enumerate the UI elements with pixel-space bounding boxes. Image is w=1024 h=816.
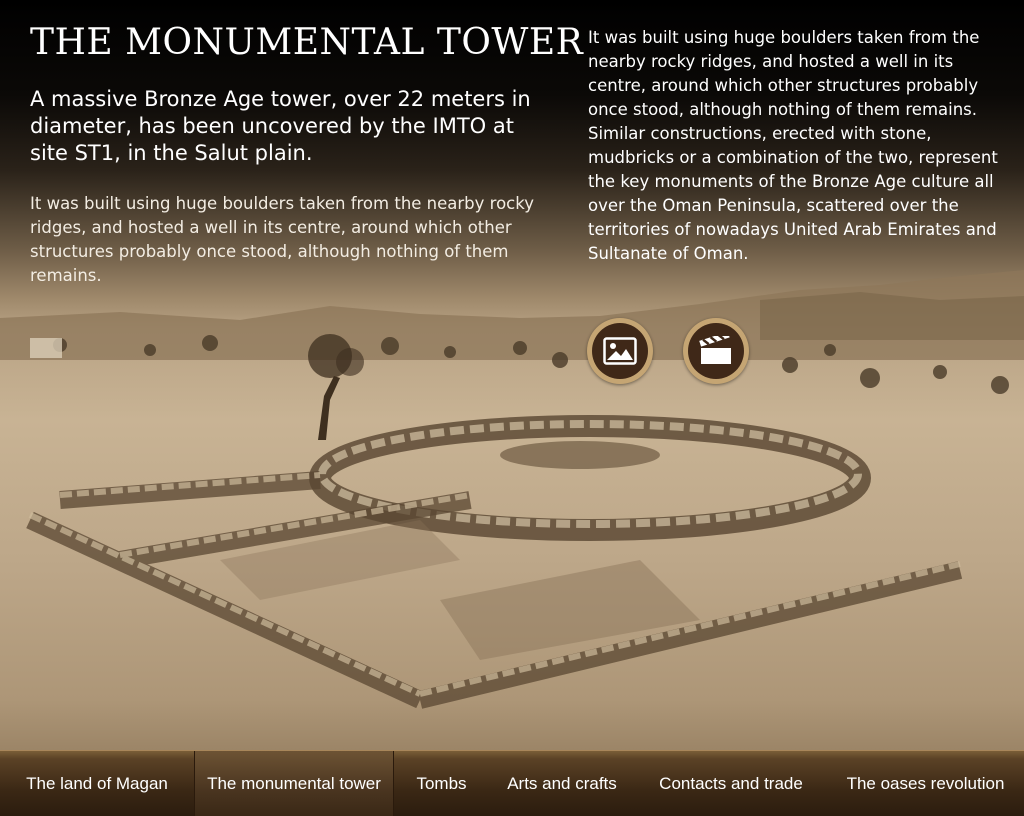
nav-item-label: The monumental tower [207,773,381,793]
section-navigation: The land of Magan The monumental tower T… [0,750,1024,816]
nav-item-label: Arts and crafts [507,773,617,793]
nav-item-label: The oases revolution [846,773,1005,793]
video-clapperboard-button[interactable] [683,318,749,384]
nav-item-contacts-and-trade[interactable]: Contacts and trade [635,751,827,816]
nav-item-label: The land of Magan [26,773,168,793]
film-clapperboard-icon [688,323,744,379]
nav-item-oases-revolution[interactable]: The oases revolution [827,751,1024,816]
nav-item-label: Tombs [416,773,467,793]
nav-item-arts-and-crafts[interactable]: Arts and crafts [489,751,635,816]
image-gallery-button[interactable] [587,318,653,384]
nav-item-label: Contacts and trade [659,773,803,793]
nav-item-monumental-tower[interactable]: The monumental tower [194,751,394,816]
nav-item-tombs[interactable]: Tombs [394,751,489,816]
page-title: THE MONUMENTAL TOWER [30,22,584,63]
nav-item-land-of-magan[interactable]: The land of Magan [0,751,194,816]
tree [308,334,364,440]
image-gallery-icon [592,323,648,379]
body-paragraph-left: It was built using huge boulders taken f… [30,194,534,285]
lead-paragraph: A massive Bronze Age tower, over 22 mete… [30,87,531,165]
body-paragraph-right: It was built using huge boulders taken f… [588,28,998,263]
